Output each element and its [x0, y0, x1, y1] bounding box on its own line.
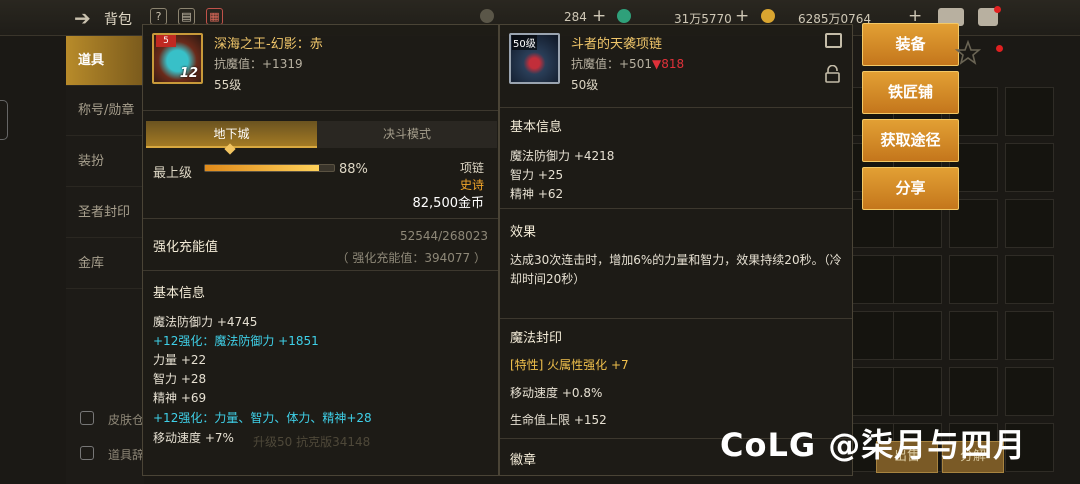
blacksmith-button[interactable]: 铁匠铺	[862, 71, 959, 114]
seal-stat: 生命值上限 +152	[510, 413, 607, 427]
stat-line: 智力 +25	[510, 168, 564, 182]
inventory-slot[interactable]	[1005, 311, 1054, 360]
stat-line: +12强化：魔法防御力 +1851	[153, 334, 319, 348]
equipped-item-panel: 5 12 深海之王-幻影：赤 抗魔值：+1319 55级 地下城 决斗模式 最上…	[142, 24, 499, 476]
currency-count-1: 284	[564, 10, 587, 24]
sidebar-item-titles[interactable]: 称号/勋章	[66, 86, 144, 136]
item-name: 斗者的天袭项链	[571, 37, 663, 52]
item-price: 82,500金币	[412, 196, 485, 211]
calendar-icon[interactable]: ▤	[178, 8, 195, 25]
tab-duel[interactable]: 决斗模式	[317, 121, 497, 148]
notification-dot	[994, 6, 1001, 13]
inventory-slot[interactable]	[949, 255, 998, 304]
inventory-slot[interactable]	[949, 367, 998, 416]
item-level: 55级	[214, 78, 242, 92]
item-rarity: 史诗	[459, 178, 484, 192]
help-icon[interactable]: ?	[150, 8, 167, 25]
back-arrow-icon[interactable]: ➔	[74, 6, 91, 30]
drawer-handle[interactable]	[0, 100, 8, 140]
sidebar-item-seal[interactable]: 圣者封印	[66, 188, 144, 238]
watermark: CoLG @柒月与四月	[720, 426, 1027, 464]
divider	[143, 218, 498, 219]
gold-coin-icon	[761, 9, 775, 23]
stat-line: 移动速度 +7%	[153, 431, 234, 445]
grade-percent: 88%	[339, 162, 368, 177]
grade-bar	[204, 164, 335, 172]
item-dict-label[interactable]: 道具辞	[108, 446, 144, 463]
settings-icon[interactable]	[480, 9, 494, 23]
divider	[500, 208, 852, 209]
inventory-slot[interactable]	[1005, 143, 1054, 192]
inventory-slot[interactable]	[1005, 255, 1054, 304]
stat-line: 魔法防御力 +4745	[153, 315, 258, 329]
seal-stat: 移动速度 +0.8%	[510, 386, 603, 400]
charge-subvalue: （ 强化充能值：394077 ）	[336, 251, 486, 265]
stat-line: 精神 +62	[510, 187, 564, 201]
seal-trait: [特性] 火属性强化 +7	[510, 358, 629, 372]
sidebar-item-items[interactable]: 道具	[66, 36, 144, 86]
stat-line: 魔法防御力 +4218	[510, 149, 615, 163]
item-type: 项链	[459, 161, 484, 175]
item-resist: 抗魔值：+1319	[214, 57, 303, 71]
enhance-badge: 5	[156, 35, 176, 47]
inventory-slot[interactable]	[893, 255, 942, 304]
page-title: 背包	[104, 12, 132, 28]
resist-decrease: ▼818	[651, 57, 685, 71]
item-resist: 抗魔值：+501▼818	[571, 57, 685, 71]
divider	[500, 318, 852, 319]
shop-icon[interactable]: ▦	[206, 8, 223, 25]
enhance-level-badge: 12	[179, 66, 198, 81]
stat-line: +12强化：力量、智力、体力、精神+28	[153, 411, 372, 425]
equip-button[interactable]: 装备	[862, 23, 959, 66]
charge-title: 强化充能值	[153, 240, 219, 255]
star-emblem-icon[interactable]	[955, 40, 981, 66]
sidebar-item-avatar[interactable]: 装扮	[66, 137, 144, 187]
divider	[143, 270, 498, 271]
share-button[interactable]: 分享	[862, 167, 959, 210]
lock-icon[interactable]	[825, 65, 840, 83]
stat-line: 智力 +28	[153, 372, 207, 386]
item-level: 50级	[571, 78, 599, 92]
skin-storage-icon[interactable]	[80, 411, 94, 425]
item-dict-icon[interactable]	[80, 446, 94, 460]
item-name: 深海之王-幻影：赤	[214, 37, 323, 52]
add-currency-1-button[interactable]: +	[592, 6, 606, 26]
seal-title: 魔法封印	[510, 331, 563, 346]
charge-value: 52544/268023	[399, 229, 488, 243]
effect-description: 达成30次连击时，增加6%的力量和智力，效果持续20秒。（冷却时间20秒）	[510, 253, 842, 286]
emblem-notification-dot	[996, 45, 1003, 52]
emblem-title: 徽章	[510, 453, 537, 468]
basic-info-title: 基本信息	[153, 286, 206, 301]
share-icon[interactable]	[825, 33, 842, 48]
skin-storage-label[interactable]: 皮肤仓	[108, 411, 144, 428]
item-icon-fighter-necklace[interactable]: 50级	[509, 33, 560, 84]
compare-item-panel: 50级 斗者的天袭项链 抗魔值：+501▼818 50级 基本信息 魔法防御力 …	[499, 24, 853, 476]
cera-icon	[617, 9, 631, 23]
stat-line: 力量 +22	[153, 353, 207, 367]
inventory-slot[interactable]	[949, 311, 998, 360]
inventory-slot[interactable]	[893, 367, 942, 416]
grade-label: 最上级	[153, 166, 193, 181]
add-currency-2-button[interactable]: +	[735, 6, 749, 26]
inventory-slot[interactable]	[1005, 87, 1054, 136]
sidebar-item-vault[interactable]: 金库	[66, 239, 144, 289]
faded-footer-text: 升级50 抗克版34148	[253, 435, 371, 449]
acquire-route-button[interactable]: 获取途径	[862, 119, 959, 162]
divider	[143, 110, 498, 111]
basic-info-title: 基本信息	[510, 120, 563, 135]
stat-line: 精神 +69	[153, 391, 207, 405]
inventory-slot[interactable]	[893, 311, 942, 360]
level-badge: 50级	[512, 35, 537, 50]
effect-title: 效果	[510, 225, 537, 240]
grade-bar-fill	[205, 165, 319, 171]
inventory-slot[interactable]	[1005, 199, 1054, 248]
inventory-slot[interactable]	[1005, 367, 1054, 416]
divider	[500, 107, 852, 108]
item-icon-deep-sea-king[interactable]: 5 12	[152, 33, 203, 84]
